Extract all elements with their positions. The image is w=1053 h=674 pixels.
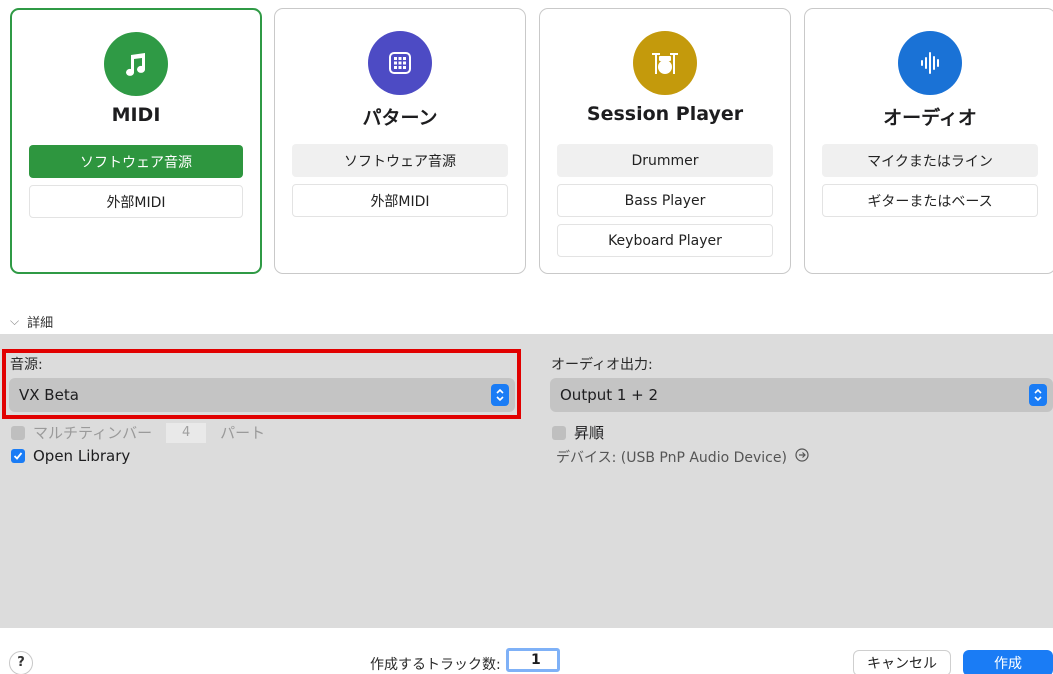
option-software-instrument[interactable]: ソフトウェア音源 bbox=[292, 144, 508, 177]
open-library-label: Open Library bbox=[33, 447, 131, 465]
track-count-label: 作成するトラック数: bbox=[370, 657, 501, 673]
pattern-grid-icon bbox=[368, 31, 432, 95]
audio-output-label: オーディオ出力: bbox=[551, 357, 653, 373]
multitimbral-checkbox[interactable]: マルチティンバー 4 パート bbox=[11, 422, 265, 443]
card-title: MIDI bbox=[111, 104, 161, 126]
footer-bar: ? 作成するトラック数: 1 キャンセル 作成 bbox=[0, 628, 1053, 674]
card-midi[interactable]: MIDI ソフトウェア音源 外部MIDI bbox=[10, 8, 262, 274]
checkbox-box[interactable] bbox=[11, 425, 25, 440]
option-guitar-or-bass[interactable]: ギターまたはベース bbox=[822, 184, 1038, 217]
audio-output-select[interactable]: Output 1 + 2 bbox=[550, 378, 1053, 412]
option-keyboard-player[interactable]: Keyboard Player bbox=[557, 224, 773, 257]
stepper-icon bbox=[1029, 384, 1047, 406]
help-button[interactable]: ? bbox=[9, 651, 33, 674]
multitimbral-parts-field[interactable]: 4 bbox=[166, 422, 207, 443]
details-label: 詳細 bbox=[27, 316, 54, 331]
multitimbral-label: マルチティンバー bbox=[33, 424, 153, 442]
card-audio[interactable]: オーディオ マイクまたはライン ギターまたはベース bbox=[804, 8, 1053, 274]
drum-kit-icon bbox=[633, 31, 697, 95]
open-library-checkbox[interactable]: Open Library bbox=[11, 447, 130, 465]
music-note-icon bbox=[104, 32, 168, 96]
device-info: デバイス: (USB PnP Audio Device) bbox=[556, 447, 809, 467]
checkbox-box[interactable] bbox=[552, 425, 566, 440]
cancel-button[interactable]: キャンセル bbox=[853, 650, 951, 674]
arrow-circle-right-icon[interactable] bbox=[795, 448, 809, 466]
create-button[interactable]: 作成 bbox=[963, 650, 1053, 674]
option-external-midi[interactable]: 外部MIDI bbox=[292, 184, 508, 217]
option-drummer[interactable]: Drummer bbox=[557, 144, 773, 177]
option-bass-player[interactable]: Bass Player bbox=[557, 184, 773, 217]
card-title: オーディオ bbox=[883, 107, 977, 129]
track-count-input[interactable]: 1 bbox=[506, 648, 560, 672]
device-label: デバイス: (USB PnP Audio Device) bbox=[556, 450, 787, 466]
option-software-instrument[interactable]: ソフトウェア音源 bbox=[29, 145, 243, 178]
option-external-midi[interactable]: 外部MIDI bbox=[29, 185, 243, 218]
option-mic-or-line[interactable]: マイクまたはライン bbox=[822, 144, 1038, 177]
chevron-down-icon: ⌵ bbox=[10, 314, 20, 328]
card-pattern[interactable]: パターン ソフトウェア音源 外部MIDI bbox=[274, 8, 526, 274]
card-session-player[interactable]: Session Player Drummer Bass Player Keybo… bbox=[539, 8, 791, 274]
card-title: パターン bbox=[362, 107, 438, 129]
ascending-checkbox[interactable]: 昇順 bbox=[552, 422, 604, 443]
annotation-highlight-box bbox=[2, 349, 521, 419]
audio-output-value: Output 1 + 2 bbox=[560, 386, 659, 404]
waveform-icon bbox=[898, 31, 962, 95]
ascending-label: 昇順 bbox=[574, 424, 605, 442]
multitimbral-suffix: パート bbox=[220, 424, 266, 442]
track-type-cards: MIDI ソフトウェア音源 外部MIDI パターン ソフトウェア音源 外部MID… bbox=[10, 8, 1053, 274]
card-title: Session Player bbox=[586, 103, 744, 125]
details-disclosure[interactable]: ⌵ 詳細 bbox=[10, 312, 53, 331]
checkmark-icon[interactable] bbox=[11, 449, 25, 463]
